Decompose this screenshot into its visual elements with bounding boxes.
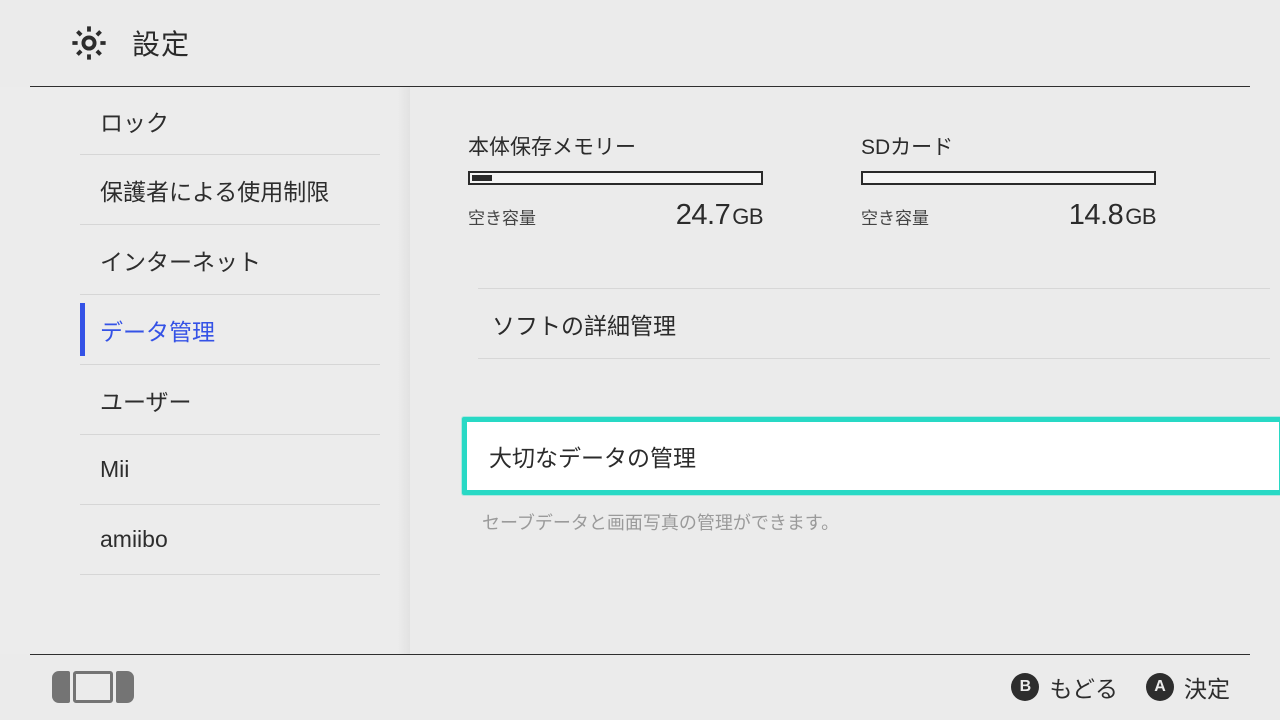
storage-sd: SDカード 空き容量 14.8GB [861,131,1156,232]
sidebar-item-label: ロック [100,104,169,138]
footer-back[interactable]: B もどる [1011,670,1118,704]
value-unit: GB [732,204,763,229]
sidebar-item-label: ユーザー [100,383,192,417]
sidebar: ロック 保護者による使用制限 インターネット データ管理 ユーザー Mii [0,87,410,654]
storage-system-title: 本体保存メモリー [468,131,763,161]
value-unit: GB [1125,204,1156,229]
storage-sd-free-value: 14.8GB [1069,199,1156,232]
sidebar-item-label: データ管理 [100,313,215,347]
storage-sd-bar [861,171,1156,185]
controller-icon [52,671,134,703]
sidebar-item-label: 保護者による使用制限 [100,173,329,207]
menu-important-data[interactable]: 大切なデータの管理 [462,417,1280,495]
value-number: 14.8 [1069,199,1123,231]
sidebar-item-label: インターネット [100,243,261,277]
gear-icon [68,22,110,64]
sidebar-item-label: amiibo [100,526,168,553]
storage-system-bar-fill [472,175,492,181]
sidebar-item-mii[interactable]: Mii [80,435,380,505]
sidebar-item-label: Mii [100,456,129,483]
footer-ok-label: 決定 [1184,670,1230,704]
menu-important-data-help: セーブデータと画面写真の管理ができます。 [482,509,1230,535]
header: 設定 [0,0,1280,86]
storage-system-free-label: 空き容量 [468,204,536,229]
sidebar-item-lock[interactable]: ロック [80,87,380,155]
sidebar-item-data-management[interactable]: データ管理 [80,295,380,365]
footer-ok[interactable]: A 決定 [1146,670,1230,704]
storage-sd-title: SDカード [861,131,1156,161]
sidebar-item-users[interactable]: ユーザー [80,365,380,435]
menu-item-label: ソフトの詳細管理 [492,307,676,341]
sidebar-item-parental[interactable]: 保護者による使用制限 [80,155,380,225]
storage-system-free-value: 24.7GB [676,199,763,232]
b-button-icon: B [1011,673,1039,701]
a-button-icon: A [1146,673,1174,701]
sidebar-item-amiibo[interactable]: amiibo [80,505,380,575]
menu-item-label: 大切なデータの管理 [489,439,696,473]
footer: B もどる A 決定 [0,654,1280,720]
sidebar-item-internet[interactable]: インターネット [80,225,380,295]
menu-software-detail[interactable]: ソフトの詳細管理 [478,289,1270,359]
value-number: 24.7 [676,199,730,231]
page-title: 設定 [132,23,190,63]
storage-system-bar [468,171,763,185]
footer-back-label: もどる [1049,670,1118,704]
storage-system: 本体保存メモリー 空き容量 24.7GB [468,131,763,232]
storage-sd-free-label: 空き容量 [861,204,929,229]
main-panel: 本体保存メモリー 空き容量 24.7GB SDカード [410,87,1280,654]
